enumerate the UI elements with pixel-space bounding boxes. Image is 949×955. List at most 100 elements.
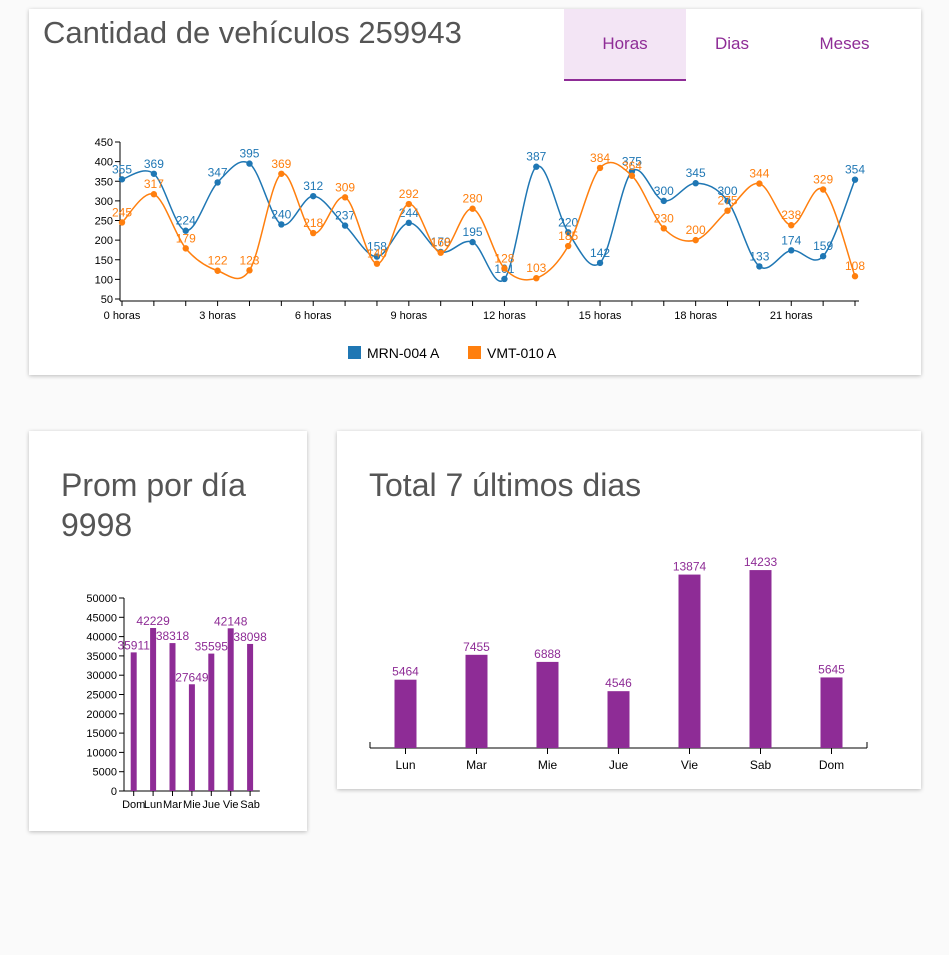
bar	[227, 628, 234, 791]
x-tick-label: Mie	[538, 758, 558, 772]
data-point	[660, 225, 667, 232]
y-tick-label: 200	[95, 235, 113, 247]
data-point	[533, 163, 540, 170]
y-tick-label: 40000	[86, 632, 117, 644]
bar-value-label: 35911	[117, 638, 150, 652]
x-tick-label: Lun	[395, 758, 415, 772]
data-label: 245	[112, 205, 132, 219]
y-tick-label: 45000	[86, 612, 117, 624]
data-label: 395	[239, 147, 259, 161]
data-label: 185	[558, 229, 578, 243]
bar-value-label: 5464	[392, 665, 419, 679]
data-label: 387	[526, 150, 546, 164]
bar	[749, 570, 772, 748]
data-label: 140	[367, 247, 387, 261]
data-point	[533, 274, 540, 282]
data-point	[724, 207, 731, 214]
data-label: 345	[686, 166, 706, 180]
data-point	[246, 160, 253, 167]
hourly-card: Cantidad de vehículos 259943 Horas Dias …	[29, 9, 921, 375]
x-tick-label: 0 horas	[104, 310, 141, 322]
data-label: 300	[654, 184, 674, 198]
data-label: 159	[813, 239, 833, 253]
bar	[130, 652, 137, 791]
data-point	[469, 205, 476, 212]
data-point	[150, 170, 158, 177]
data-point	[628, 172, 636, 179]
data-point	[501, 275, 508, 283]
data-label: 133	[749, 249, 769, 263]
bar-value-label: 35595	[195, 640, 229, 654]
data-label: 312	[303, 179, 323, 193]
data-point	[788, 247, 795, 254]
data-label: 108	[845, 259, 865, 273]
data-point	[310, 192, 317, 200]
bar	[169, 643, 176, 791]
x-tick-label: Vie	[223, 799, 239, 811]
y-tick-label: 300	[95, 196, 113, 208]
x-tick-label: 18 horas	[674, 310, 717, 322]
data-point	[851, 273, 859, 280]
data-label: 275	[718, 194, 738, 208]
y-tick-label: 150	[95, 255, 113, 267]
data-label: 224	[176, 214, 196, 228]
y-tick-label: 50000	[86, 593, 117, 605]
data-point	[373, 260, 381, 267]
hourly-line-chart: 50 100 150 200 250 300 350 400 450 0 horas 3 horas…	[95, 137, 866, 361]
bar-value-label: 42229	[136, 614, 170, 628]
legend-swatch	[348, 346, 361, 359]
data-label: 168	[431, 236, 451, 250]
y-tick-label: 10000	[86, 747, 117, 759]
data-point	[246, 267, 253, 274]
data-point	[341, 222, 349, 229]
bar	[150, 627, 157, 791]
data-label: 123	[239, 253, 259, 267]
data-point	[756, 263, 763, 270]
data-label: 369	[144, 157, 164, 171]
bar	[820, 677, 843, 748]
data-label: 354	[845, 163, 865, 177]
bar	[208, 653, 215, 791]
x-tick-label: 21 horas	[770, 310, 813, 322]
data-point	[596, 164, 604, 172]
bar-value-label: 13874	[673, 560, 707, 574]
bar-value-label: 5645	[818, 662, 845, 676]
y-tick-label: 30000	[86, 670, 117, 682]
data-point	[692, 180, 699, 187]
data-point	[851, 176, 859, 183]
legend-swatch	[468, 346, 481, 359]
y-tick-label: 350	[95, 176, 113, 188]
total-7-days-card: Total 7 últimos dias 5464 Lun 7455 Mar 6888 M…	[337, 431, 921, 789]
x-tick-label: Mie	[183, 799, 201, 811]
data-label: 355	[112, 162, 132, 176]
data-point	[118, 219, 126, 226]
data-point	[150, 191, 158, 198]
data-point	[788, 222, 795, 229]
data-label: 103	[526, 261, 546, 275]
x-tick-label: Mar	[466, 758, 487, 772]
y-tick-label: 20000	[86, 709, 117, 721]
y-tick-label: 250	[95, 216, 113, 228]
data-label: 369	[271, 157, 291, 171]
bar	[536, 661, 559, 748]
x-tick-label: Jue	[609, 758, 629, 772]
avg-bar-chart: 0 5000 10000 15000 20000 25000 30000 35000 40000…	[86, 593, 267, 811]
bar	[394, 679, 417, 748]
bar	[247, 643, 254, 791]
y-tick-label: 0	[111, 786, 117, 798]
bar	[678, 574, 701, 748]
data-point	[756, 180, 763, 187]
data-label: 364	[622, 159, 642, 173]
y-tick-label: 5000	[93, 767, 117, 779]
data-label: 384	[590, 151, 610, 165]
data-point	[214, 179, 221, 186]
data-label: 174	[781, 233, 801, 247]
data-label: 142	[590, 246, 610, 260]
data-label: 317	[144, 177, 164, 191]
y-tick-label: 400	[95, 157, 113, 169]
y-tick-label: 15000	[86, 728, 117, 740]
series-line	[121, 161, 856, 281]
data-point	[819, 253, 827, 260]
data-label: 200	[686, 223, 706, 237]
y-tick-label: 50	[101, 294, 113, 306]
